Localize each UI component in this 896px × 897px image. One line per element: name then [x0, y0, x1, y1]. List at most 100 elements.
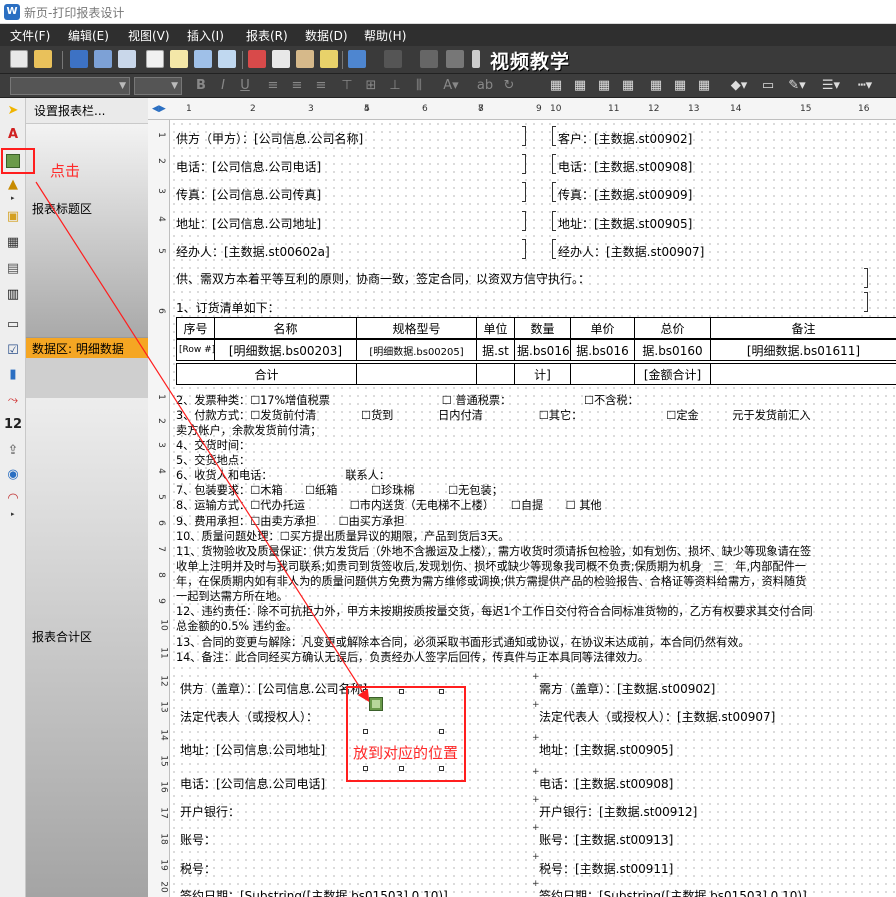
menu-insert[interactable]: 插入(I) — [187, 27, 224, 44]
region-title-band[interactable]: 报表标题区 — [26, 124, 148, 338]
field-bank-customer[interactable]: 开户银行：[主数据.st00912] — [539, 803, 697, 820]
order-table-header[interactable]: 序号 名称 规格型号 单位 数量 单价 总价 备注 — [176, 317, 896, 339]
checkbox-tool-icon[interactable]: ▤ — [4, 260, 22, 278]
data-cell-quantity[interactable]: 据.bs016 — [514, 339, 571, 361]
field-customer-phone[interactable]: 电话：[主数据.st00908] — [558, 158, 692, 175]
fill-color-icon[interactable]: ◆▾ — [726, 78, 752, 94]
header-cell-quantity[interactable]: 数量 — [514, 317, 571, 339]
field-account-supplier[interactable]: 账号： — [180, 831, 216, 848]
term-line[interactable]: 8、运输方式：☐代办托运 ☐市内送货（无电梯不上楼） ☐自提 ☐ 其他 — [176, 497, 602, 513]
field-address-customer[interactable]: 地址：[主数据.st00905] — [539, 741, 673, 758]
bold-icon[interactable]: B — [194, 78, 208, 94]
paste-icon[interactable] — [296, 50, 314, 68]
italic-icon[interactable]: I — [216, 78, 230, 94]
ruler-marker-icon[interactable]: ◀▶ — [152, 104, 166, 114]
menu-edit[interactable]: 编辑(E) — [68, 27, 109, 44]
header-cell-unit[interactable]: 单位 — [476, 317, 515, 339]
data-cell-total[interactable]: 据.bs0160 — [634, 339, 711, 361]
field-rep-customer[interactable]: 法定代表人（或授权人）：[主数据.st00907] — [539, 708, 775, 725]
header-cell-price[interactable]: 单价 — [570, 317, 635, 339]
rotate-icon[interactable]: ↻ — [500, 78, 518, 94]
term-line[interactable]: 13、合同的变更与解除：凡变更或解除本合同，必须采取书面形式通知或协议，在协议未… — [176, 634, 750, 650]
upload-tool-icon[interactable]: ⇪ — [4, 442, 22, 460]
term-line[interactable]: 6、收货人和电话： 联系人： — [176, 467, 390, 483]
format-painter-icon[interactable] — [320, 50, 338, 68]
ungroup-icon[interactable] — [446, 50, 464, 68]
align-left-icon[interactable]: ≡ — [266, 78, 280, 94]
new-report-icon[interactable] — [146, 50, 164, 68]
total-cell-quantity[interactable]: 计] — [514, 363, 571, 385]
field-seal-customer[interactable]: 需方（盖章）：[主数据.st00902] — [539, 680, 715, 697]
number-tool-icon[interactable]: 12 — [4, 416, 22, 434]
cut-icon[interactable] — [248, 50, 266, 68]
term-line[interactable]: 2、发票种类：☐17%增值税票 ☐ 普通税票： ☐不含税： — [176, 392, 639, 408]
print-icon[interactable] — [118, 50, 136, 68]
field-supplier-name[interactable]: 供方（甲方）：[公司信息.公司名称] — [176, 130, 363, 147]
field-taxno-supplier[interactable]: 税号： — [180, 860, 216, 877]
copy-icon[interactable] — [272, 50, 290, 68]
term-line[interactable]: 10、质量问题处理：☐买方提出质量异议的期限，产品到货后3天。 — [176, 528, 509, 544]
field-customer[interactable]: 客户：[主数据.st00902] — [558, 130, 692, 147]
open-folder-icon[interactable] — [34, 50, 52, 68]
field-date-customer[interactable]: 签约日期：[Substring([主数据.bs01503],0,10)] — [539, 887, 807, 897]
region-data-body[interactable] — [26, 358, 148, 398]
table-inner-border-icon[interactable]: ▦ — [572, 78, 588, 94]
merge-cells-icon[interactable]: ▦ — [648, 78, 664, 94]
check-tool-icon[interactable]: ☑ — [4, 342, 22, 360]
term-line[interactable]: 11、货物验收及质量保证：供方发货后（外地不含搬运及上楼），需方收货时须请拆包检… — [176, 543, 811, 559]
term-line[interactable]: 收单上注明并及时与我司联系;如贵司到货签收后,发现划伤、损坏或缺少等现象我司概不… — [176, 558, 806, 574]
field-taxno-customer[interactable]: 税号：[主数据.st00911] — [539, 860, 673, 877]
header-cell-total[interactable]: 总价 — [634, 317, 711, 339]
total-cell-empty[interactable] — [710, 363, 896, 385]
line-chart-tool-icon[interactable]: ⤳ — [4, 392, 22, 410]
pointer-icon[interactable]: ➤ — [4, 102, 22, 120]
underline-icon[interactable]: U — [238, 78, 252, 94]
align-top-icon[interactable]: ⊤ — [340, 78, 354, 94]
table-outer-border-icon[interactable]: ▦ — [596, 78, 612, 94]
data-cell-spec[interactable]: [明细数据.bs00205] — [356, 339, 477, 361]
menu-help[interactable]: 帮助(H) — [364, 27, 406, 44]
split-cells-icon[interactable]: ▦ — [672, 78, 688, 94]
header-cell-name[interactable]: 名称 — [214, 317, 357, 339]
line-color-icon[interactable]: ✎▾ — [784, 78, 810, 94]
term-line[interactable]: 一起到达需方所在地。 — [176, 588, 288, 604]
barcode-tool-icon[interactable]: ▥ — [4, 286, 22, 304]
term-line[interactable]: 9、费用承担：☐由卖方承担 ☐由买方承担 — [176, 513, 405, 529]
field-customer-handler[interactable]: 经办人：[主数据.st00907] — [558, 243, 704, 260]
table-border-icon[interactable]: ▦ — [548, 78, 564, 94]
field-phone-supplier[interactable]: 电话：[公司信息.公司电话] — [180, 775, 325, 792]
expand-arrow-icon[interactable]: ▸ — [11, 194, 15, 202]
redo-icon[interactable] — [384, 50, 402, 68]
field-rep-supplier[interactable]: 法定代表人（或授权人）： — [180, 708, 318, 725]
video-tutorial-button[interactable]: 视频教学 — [490, 47, 570, 74]
expand-arrow-icon[interactable]: ▸ — [11, 510, 15, 518]
field-supplier-fax[interactable]: 传真：[公司信息.公司传真] — [176, 186, 321, 203]
field-account-customer[interactable]: 账号：[主数据.st00913] — [539, 831, 673, 848]
shadow-icon[interactable]: ▭ — [760, 78, 776, 94]
order-table-data[interactable]: [Row #] [明细数据.bs00203] [明细数据.bs00205] 据.… — [176, 339, 896, 361]
line-style-icon[interactable]: ┅▾ — [852, 78, 878, 94]
report-design-canvas[interactable]: 供方（甲方）：[公司信息.公司名称] 电话：[公司信息.公司电话] 传真：[公司… — [170, 120, 896, 897]
term-line[interactable]: 卖方帐户，余款发货前付清； — [176, 422, 321, 438]
total-cell-label[interactable]: 合计 — [176, 363, 357, 385]
data-cell-row-number[interactable]: [Row #] — [176, 339, 215, 361]
total-cell-amount[interactable]: [金额合计] — [634, 363, 711, 385]
preview-icon[interactable] — [194, 50, 212, 68]
order-table-total[interactable]: 合计 计] [金额合计] — [176, 363, 896, 385]
field-seal-supplier[interactable]: 供方（盖章）：[公司信息.公司名称] — [180, 680, 367, 697]
chart-tool-icon[interactable]: ▮ — [4, 366, 22, 384]
menu-report[interactable]: 报表(R) — [246, 27, 288, 44]
align-middle-icon[interactable]: ⊞ — [364, 78, 378, 94]
region-settings-button[interactable]: 设置报表栏... — [26, 98, 148, 124]
text-color-icon[interactable]: A▾ — [440, 78, 462, 94]
table-tool-icon[interactable]: ▦ — [4, 234, 22, 252]
field-supplier-address[interactable]: 地址：[公司信息.公司地址] — [176, 215, 321, 232]
font-name-select[interactable]: ▼ — [10, 77, 130, 95]
font-size-select[interactable]: ▼ — [134, 77, 182, 95]
text-box-icon[interactable]: ab — [476, 78, 494, 94]
field-date-supplier[interactable]: 签约日期：[Substring([主数据.bs01503],0,10)] — [180, 887, 448, 897]
cell-format-icon[interactable]: ▦ — [696, 78, 712, 94]
data-cell-name[interactable]: [明细数据.bs00203] — [214, 339, 357, 361]
field-phone-customer[interactable]: 电话：[主数据.st00908] — [539, 775, 673, 792]
field-customer-fax[interactable]: 传真：[主数据.st00909] — [558, 186, 692, 203]
